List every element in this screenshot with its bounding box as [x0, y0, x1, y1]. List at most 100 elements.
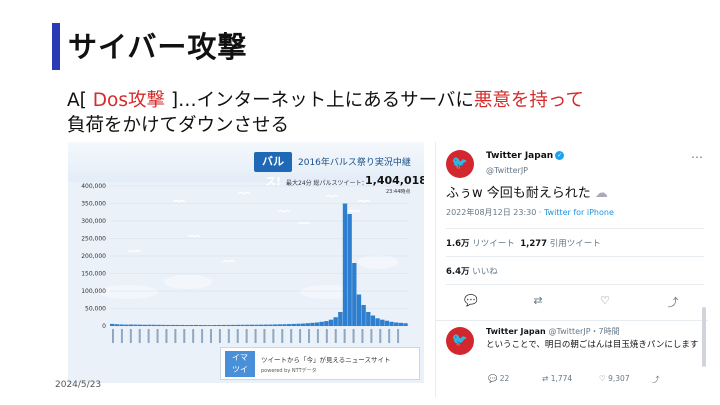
body-line-1-middle: ]…インターネット上にあるサーバに: [164, 90, 474, 111]
reply-retweet-count[interactable]: ⇄ 1,774: [542, 374, 572, 383]
y-tick-label: 400,000: [81, 183, 106, 190]
reply-tweet[interactable]: 🐦 Twitter Japan @TwitterJP・7時間 ということで、明日…: [436, 320, 708, 397]
scrollbar[interactable]: [702, 307, 706, 367]
x-tick-label: [281, 329, 284, 343]
y-tick-label: 150,000: [81, 271, 106, 278]
body-line-1-prefix: A[: [67, 90, 93, 111]
chart-bar: [277, 324, 282, 326]
chart-bar: [147, 324, 152, 326]
chart-bar: [114, 324, 120, 326]
tweet-action-bar: 💬 ⇄ ♡ ⤴: [436, 294, 708, 310]
bird-decoration-icon: [325, 194, 339, 198]
tweet-source-link[interactable]: Twitter for iPhone: [544, 208, 614, 217]
chart-bar: [133, 324, 138, 326]
x-tick-label: [388, 329, 391, 343]
reply-icon[interactable]: 💬: [463, 294, 479, 307]
chart-bar: [370, 315, 376, 326]
reply-like-count[interactable]: ♡ 9,307: [599, 374, 630, 383]
chart-bar: [375, 318, 380, 326]
reply-reply-count[interactable]: 💬 22: [488, 374, 509, 383]
x-tick-label: [290, 329, 293, 343]
bird-decoration-icon: [277, 209, 291, 213]
tweet-time-value: 2022年08月12日 23:30: [446, 208, 537, 217]
imatsui-logo-line-1: イマ: [232, 353, 248, 362]
x-tick-label: [379, 329, 382, 343]
x-tick-label: [272, 329, 275, 343]
chart-bar: [356, 294, 362, 326]
chart-bar: [305, 323, 310, 326]
bird-decoration-icon: [187, 234, 201, 238]
body-line-2: 負荷をかけてダウンさせる: [67, 115, 290, 136]
balse-chart-image: バルス! 2016年バルス祭り実況中継 最大24分 総パルスツイート： 1,40…: [68, 142, 424, 383]
bird-decoration-icon: [222, 259, 236, 263]
quote-count[interactable]: 1,277: [520, 239, 547, 249]
chart-bar: [366, 312, 371, 326]
reply-reply-icon: 💬: [488, 374, 498, 383]
imatsui-footer: イマ ツイ ツイートから「今」が見えるニュースサイト powered by NTT…: [220, 347, 420, 380]
y-tick-label: 0: [102, 323, 106, 330]
like-label: いいね: [472, 267, 498, 277]
chart-bar: [231, 324, 236, 326]
slide-title: サイバー攻撃: [68, 30, 248, 64]
imatsui-logo: イマ ツイ: [225, 351, 255, 377]
twitter-bird-icon: 🐦: [451, 156, 469, 171]
x-tick-label: [308, 329, 310, 343]
tweet-text: ふぅw 今回も耐えられた ☁: [446, 182, 608, 201]
chart-bar: [319, 321, 324, 326]
chart-bar: [380, 319, 385, 326]
share-icon[interactable]: ⤴: [665, 294, 681, 310]
chart-bar: [352, 263, 357, 326]
x-tick-label: [334, 329, 337, 343]
bird-decoration-icon: [127, 249, 141, 253]
dos-term: Dos攻撃: [92, 90, 165, 111]
reply-author: Twitter Japan @TwitterJP・7時間: [486, 326, 620, 337]
chart-bar: [314, 322, 320, 326]
chart-bar: [240, 324, 245, 326]
more-options-icon[interactable]: ⋯: [691, 150, 703, 164]
malicious-term: 悪意を持って: [473, 90, 584, 111]
x-tick-label: [227, 329, 230, 343]
chart-bar: [342, 203, 348, 326]
chart-bar: [324, 321, 329, 326]
chart-bar: [300, 323, 306, 326]
body-line-1: A[ Dos攻撃 ]…インターネット上にあるサーバに悪意を持って: [67, 88, 667, 113]
retweet-label: リツイート: [472, 239, 515, 249]
x-tick-label: [236, 329, 239, 343]
x-tick-label: [218, 329, 221, 343]
x-tick-label: [316, 329, 319, 343]
y-tick-label: 100,000: [81, 288, 106, 295]
chart-bar: [137, 324, 143, 326]
chart-bar: [170, 324, 175, 326]
x-tick-label: [299, 329, 302, 343]
chart-bar: [245, 324, 250, 326]
chart-bar: [259, 324, 264, 326]
chart-bar: [123, 324, 129, 326]
y-tick-label: 200,000: [81, 253, 106, 260]
x-tick-label: [210, 329, 212, 343]
chart-bar: [165, 324, 171, 326]
chart-bar: [403, 323, 408, 326]
tweet-card: 🐦 Twitter Japan ✓ @TwitterJP ⋯ ふぅw 今回も耐えら…: [435, 142, 708, 397]
chart-bar: [291, 323, 296, 326]
y-tick-label: 50,000: [85, 306, 106, 313]
x-tick-label: [120, 329, 123, 343]
bird-decoration-icon: [357, 199, 371, 203]
divider: [446, 284, 704, 285]
chart-bar: [221, 324, 227, 326]
x-tick-label: [352, 329, 355, 343]
footer-powered-by: powered by NTTデータ: [261, 368, 317, 374]
footer-tagline: ツイートから「今」が見えるニュースサイト: [261, 356, 391, 364]
like-icon[interactable]: ♡: [597, 294, 613, 307]
reply-share-icon[interactable]: ⤴: [652, 374, 660, 385]
retweet-count[interactable]: 1.6万: [446, 239, 470, 249]
chart-bar: [175, 324, 180, 326]
cloud-decoration-icon: [98, 285, 158, 299]
chart-bar: [296, 323, 301, 326]
chart-bar: [151, 324, 157, 326]
chart-bar: [272, 324, 278, 326]
chart-bar: [110, 323, 115, 326]
chart-bar: [282, 324, 287, 326]
x-tick-label: [174, 329, 177, 343]
retweet-icon[interactable]: ⇄: [530, 294, 546, 307]
like-count[interactable]: 6.4万: [446, 267, 470, 277]
